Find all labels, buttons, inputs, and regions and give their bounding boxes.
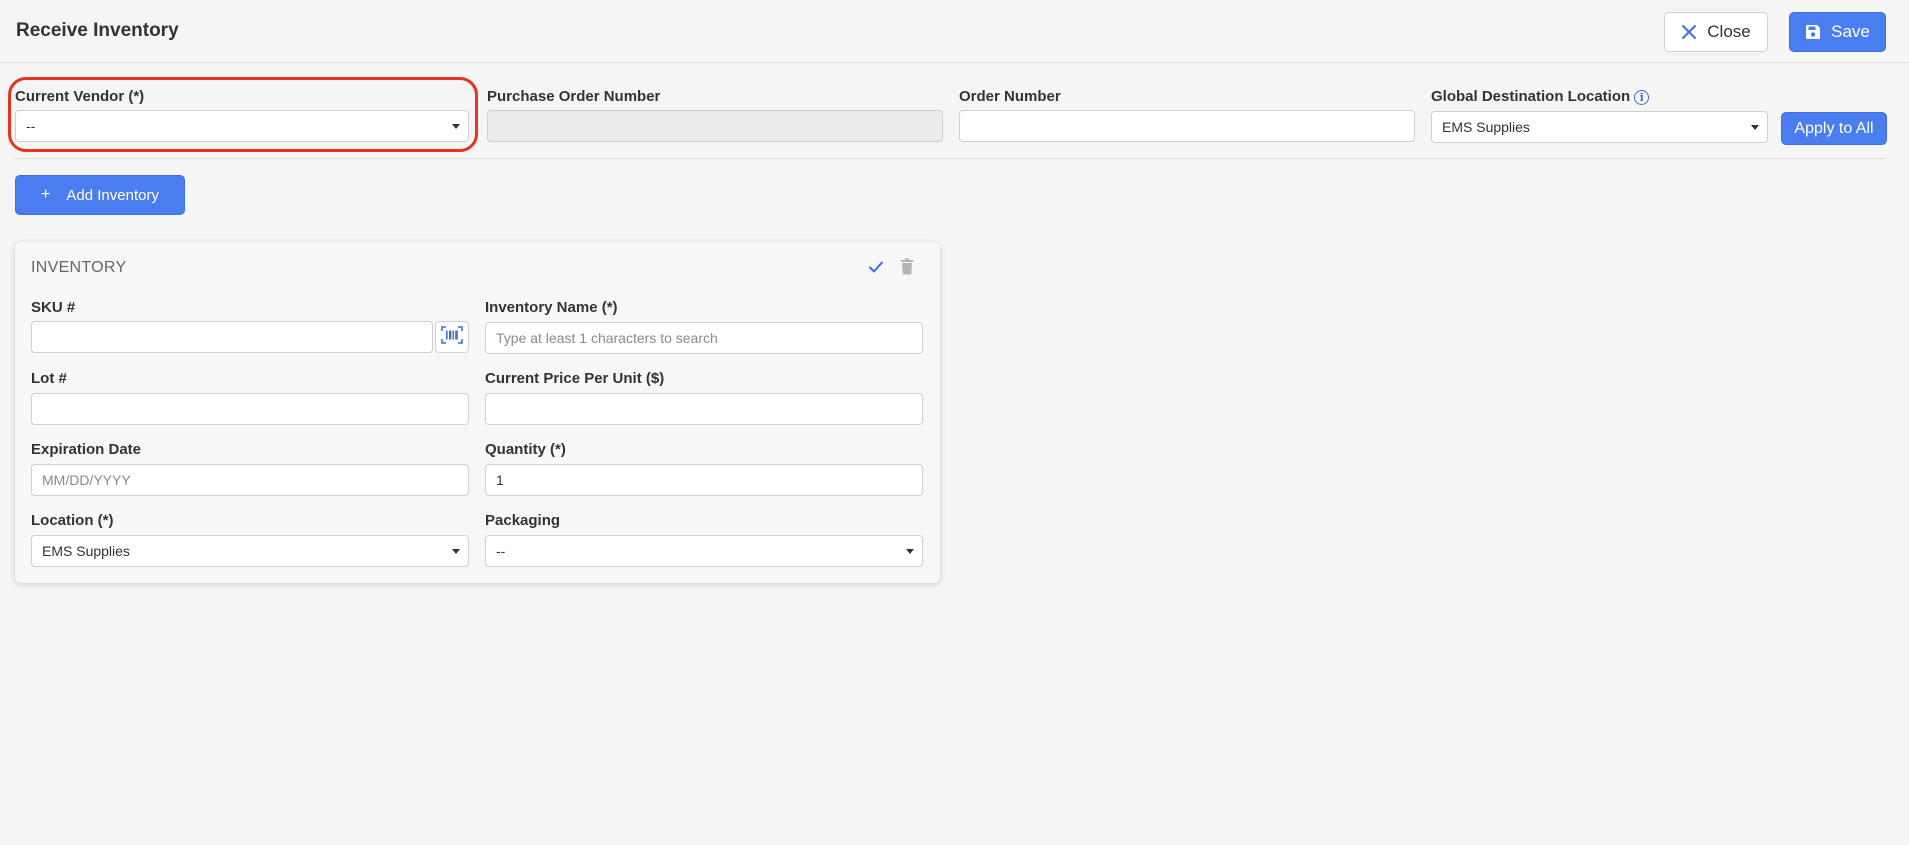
save-button-label: Save <box>1831 22 1870 41</box>
packaging-label: Packaging <box>485 512 561 529</box>
add-inventory-button[interactable]: + Add Inventory <box>15 175 185 215</box>
expiration-input[interactable]: MM/DD/YYYY <box>31 464 469 496</box>
inventory-card: INVENTORY SKU # Inventory Name (*) Type … <box>15 242 940 583</box>
location-label: Location (*) <box>31 512 114 529</box>
lot-label: Lot # <box>31 370 67 387</box>
sku-input[interactable] <box>31 321 433 353</box>
location-value: EMS Supplies <box>42 543 130 559</box>
divider <box>14 158 1886 159</box>
quantity-label: Quantity (*) <box>485 441 566 458</box>
barcode-scan-button[interactable] <box>435 321 469 353</box>
sku-label: SKU # <box>31 299 76 316</box>
vendor-highlight-outline <box>8 77 478 152</box>
save-icon <box>1805 24 1821 40</box>
global-destination-label: Global Destination Location i <box>1431 88 1650 105</box>
location-select[interactable]: EMS Supplies <box>31 535 469 567</box>
global-destination-select[interactable]: EMS Supplies <box>1431 111 1768 143</box>
barcode-scan-icon <box>441 325 463 349</box>
trash-icon[interactable] <box>899 258 915 281</box>
close-button-label: Close <box>1707 22 1751 41</box>
packaging-select[interactable]: -- <box>485 535 923 567</box>
inventory-card-title: INVENTORY <box>31 259 127 276</box>
add-inventory-label: Add Inventory <box>66 186 159 204</box>
price-label: Current Price Per Unit ($) <box>485 370 665 387</box>
header: Receive Inventory Close Save <box>0 0 1909 63</box>
packaging-value: -- <box>496 543 506 559</box>
order-number-input[interactable] <box>959 110 1415 142</box>
save-button[interactable]: Save <box>1789 12 1886 52</box>
info-icon[interactable]: i <box>1634 89 1650 105</box>
purchase-order-label: Purchase Order Number <box>487 88 661 105</box>
expiration-placeholder: MM/DD/YYYY <box>42 472 131 488</box>
quantity-value: 1 <box>496 472 504 488</box>
inventory-name-label: Inventory Name (*) <box>485 299 618 316</box>
expiration-label: Expiration Date <box>31 441 142 458</box>
caret-down-icon <box>906 549 914 554</box>
quantity-input[interactable]: 1 <box>485 464 923 496</box>
inventory-name-input[interactable]: Type at least 1 characters to search <box>485 322 923 354</box>
purchase-order-input <box>487 110 943 142</box>
inventory-name-placeholder: Type at least 1 characters to search <box>496 330 718 346</box>
page-title: Receive Inventory <box>16 20 179 41</box>
global-destination-value: EMS Supplies <box>1442 119 1530 135</box>
caret-down-icon <box>1751 125 1759 130</box>
check-icon[interactable] <box>867 258 885 281</box>
lot-input[interactable] <box>31 393 469 425</box>
global-destination-label-text: Global Destination Location <box>1431 88 1631 105</box>
plus-icon: + <box>41 186 51 203</box>
close-icon <box>1681 24 1697 40</box>
close-button[interactable]: Close <box>1664 12 1768 52</box>
price-input[interactable] <box>485 393 923 425</box>
order-number-label: Order Number <box>959 88 1061 105</box>
caret-down-icon <box>452 549 460 554</box>
apply-to-all-button[interactable]: Apply to All <box>1781 112 1887 145</box>
